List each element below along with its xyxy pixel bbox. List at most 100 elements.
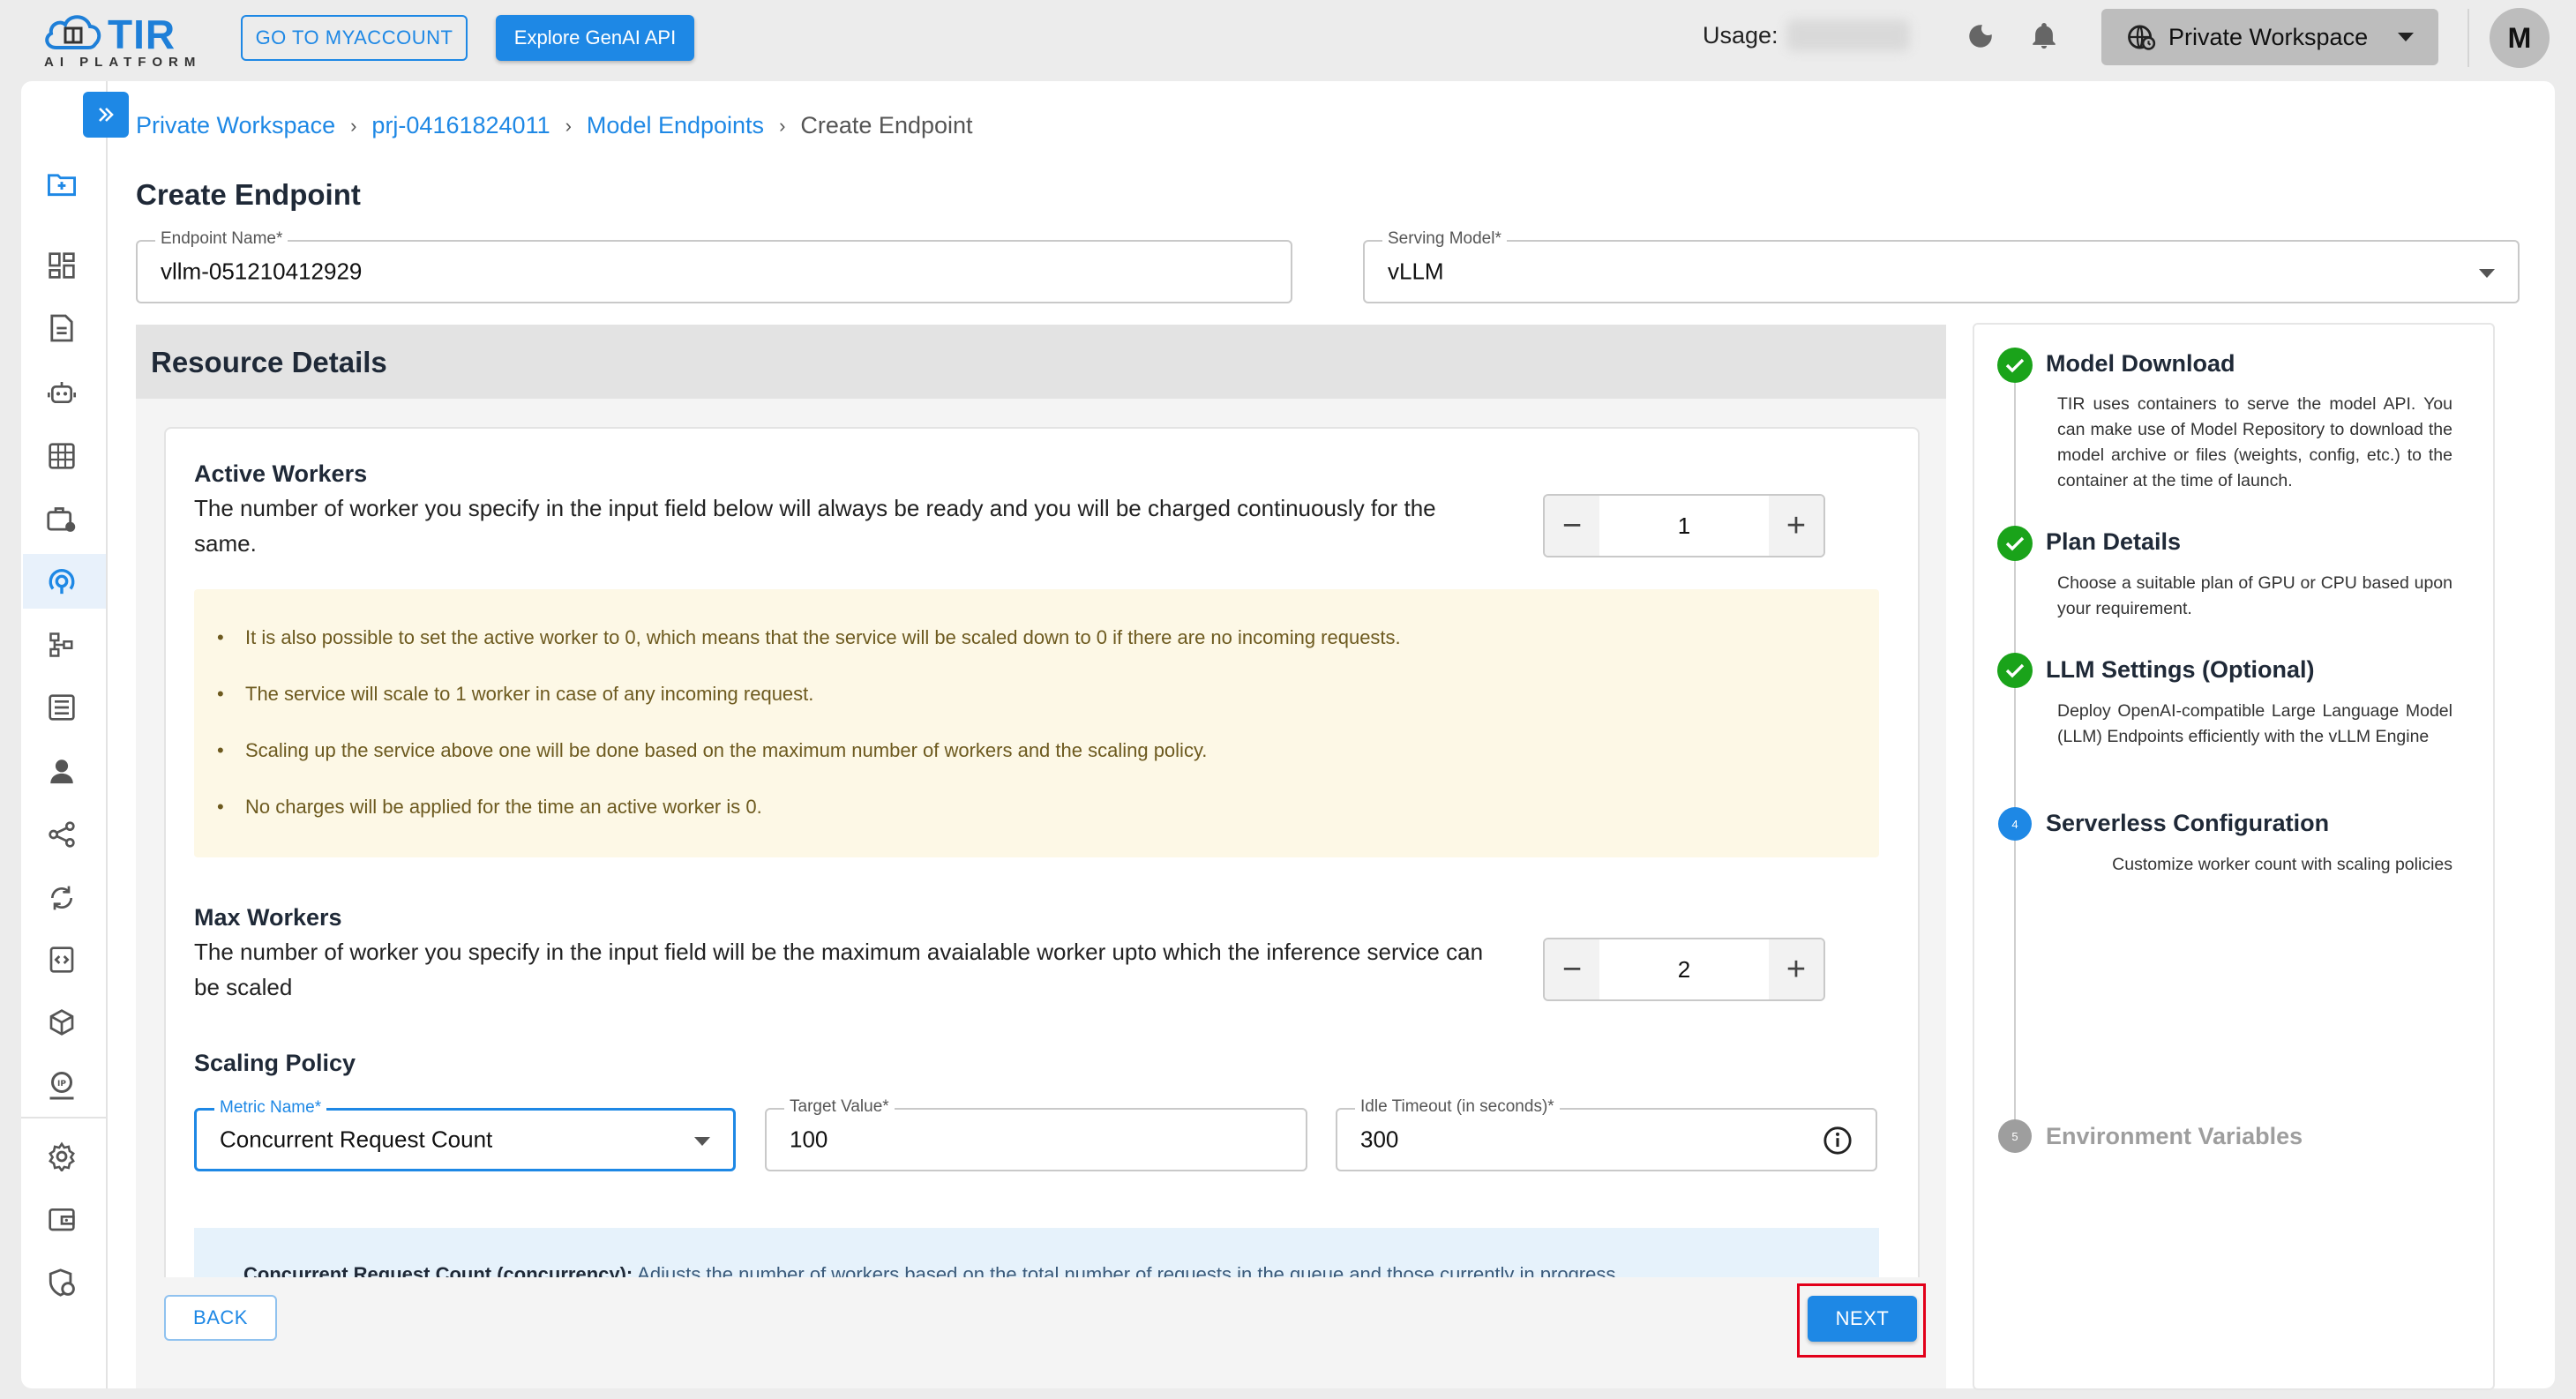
double-chevron-right-icon xyxy=(99,108,114,122)
active-workers-stepper[interactable]: − 1 + xyxy=(1543,494,1825,557)
go-to-myaccount-button[interactable]: GO TO MYACCOUNT xyxy=(241,15,468,61)
target-value-input[interactable]: 100 xyxy=(790,1126,827,1154)
target-value-field[interactable]: Target Value* 100 xyxy=(765,1097,1307,1171)
next-button[interactable]: NEXT xyxy=(1808,1296,1917,1342)
dark-mode-icon[interactable] xyxy=(1966,21,1996,51)
max-workers-stepper[interactable]: − 2 + xyxy=(1543,938,1825,1001)
ip-icon[interactable]: IP xyxy=(42,1066,81,1104)
security-icon[interactable] xyxy=(42,1263,81,1302)
back-button[interactable]: BACK xyxy=(164,1295,277,1341)
step-title[interactable]: Plan Details xyxy=(2046,528,2181,556)
decrement-button[interactable]: − xyxy=(1545,939,1599,999)
target-value-label: Target Value* xyxy=(784,1097,895,1117)
briefcase-icon[interactable] xyxy=(42,500,81,539)
pipeline-icon[interactable] xyxy=(42,625,81,664)
explore-genai-api-button[interactable]: Explore GenAI API xyxy=(496,15,694,61)
active-workers-notes: It is also possible to set the active wo… xyxy=(210,626,1401,819)
inference-icon[interactable] xyxy=(42,562,81,601)
sync-icon[interactable] xyxy=(42,879,81,917)
cube-icon[interactable] xyxy=(42,1003,81,1042)
step-number-active: 4 xyxy=(1998,807,2032,841)
idle-timeout-input[interactable]: 300 xyxy=(1360,1126,1398,1154)
sidebar-divider xyxy=(106,81,108,1388)
serving-model-value: vLLM xyxy=(1388,258,1444,285)
serving-model-select[interactable]: Serving Model* vLLM xyxy=(1363,229,2520,303)
notifications-bell-icon[interactable] xyxy=(2029,20,2059,52)
info-icon[interactable] xyxy=(1823,1126,1853,1156)
top-bar: TIR AI PLATFORM GO TO MYACCOUNT Explore … xyxy=(0,0,2576,78)
step-title[interactable]: LLM Settings (Optional) xyxy=(2046,656,2314,684)
robot-icon[interactable] xyxy=(42,373,81,412)
breadcrumb-separator: › xyxy=(565,114,572,137)
step-title[interactable]: Serverless Configuration xyxy=(2046,810,2329,837)
share-icon[interactable] xyxy=(42,815,81,854)
serving-model-label: Serving Model* xyxy=(1382,229,1507,249)
endpoint-name-value[interactable]: vllm-051210412929 xyxy=(161,258,362,286)
code-icon[interactable] xyxy=(42,940,81,979)
page-title: Create Endpoint xyxy=(136,178,361,211)
folder-add-icon[interactable] xyxy=(42,165,81,204)
increment-button[interactable]: + xyxy=(1769,496,1823,556)
avatar[interactable]: M xyxy=(2490,8,2550,68)
chevron-down-icon xyxy=(694,1137,710,1146)
idle-timeout-label: Idle Timeout (in seconds)* xyxy=(1355,1097,1560,1117)
breadcrumb-model-endpoints[interactable]: Model Endpoints xyxy=(587,112,764,139)
note-item: It is also possible to set the active wo… xyxy=(210,626,1401,649)
workspace-globe-icon xyxy=(2126,22,2156,52)
metric-name-label: Metric Name* xyxy=(214,1098,327,1118)
breadcrumb: Private Workspace › prj-04161824011 › Mo… xyxy=(136,112,973,139)
step-complete-check-icon xyxy=(1997,348,2033,383)
step-title[interactable]: Environment Variables xyxy=(2046,1123,2303,1150)
max-workers-value[interactable]: 2 xyxy=(1599,939,1769,999)
dataset-icon[interactable] xyxy=(42,688,81,727)
step-description: Customize worker count with scaling poli… xyxy=(2112,855,2452,874)
idle-timeout-field[interactable]: Idle Timeout (in seconds)* 300 xyxy=(1336,1097,1877,1171)
max-workers-description: The number of worker you specify in the … xyxy=(194,939,1484,1000)
breadcrumb-private-workspace[interactable]: Private Workspace xyxy=(136,112,335,139)
grid-icon[interactable] xyxy=(42,437,81,475)
svg-text:IP: IP xyxy=(57,1080,66,1089)
document-icon[interactable] xyxy=(42,309,81,348)
resource-details-title: Resource Details xyxy=(151,346,387,378)
max-workers-title: Max Workers xyxy=(194,904,342,931)
logo-subtitle: AI PLATFORM xyxy=(44,55,202,70)
active-workers-description: The number of worker you specify in the … xyxy=(194,495,1436,557)
breadcrumb-current: Create Endpoint xyxy=(800,112,973,138)
sidebar-separator xyxy=(21,1117,106,1118)
wallet-icon[interactable] xyxy=(42,1200,81,1238)
logo-title: TIR xyxy=(108,11,176,57)
step-complete-check-icon xyxy=(1997,526,2033,561)
metric-name-value: Concurrent Request Count xyxy=(220,1126,493,1153)
active-workers-title: Active Workers xyxy=(194,460,368,487)
dashboard-icon[interactable] xyxy=(42,246,81,285)
step-description: Choose a suitable plan of GPU or CPU bas… xyxy=(2057,573,2452,618)
active-workers-value[interactable]: 1 xyxy=(1599,496,1769,556)
step-description: TIR uses containers to serve the model A… xyxy=(2057,394,2452,490)
step-title[interactable]: Model Download xyxy=(2046,350,2235,378)
steps-connector-line xyxy=(2014,383,2016,1136)
scaling-policy-title: Scaling Policy xyxy=(194,1050,356,1076)
settings-icon[interactable] xyxy=(42,1137,81,1176)
metric-name-select[interactable]: Metric Name* Concurrent Request Count xyxy=(194,1098,736,1171)
breadcrumb-project[interactable]: prj-04161824011 xyxy=(371,112,550,139)
increment-button[interactable]: + xyxy=(1769,939,1823,999)
note-item: Scaling up the service above one will be… xyxy=(210,739,1401,762)
endpoint-name-field[interactable]: Endpoint Name* vllm-051210412929 xyxy=(136,229,1292,303)
step-number-pending: 5 xyxy=(1998,1119,2032,1153)
note-item: The service will scale to 1 worker in ca… xyxy=(210,683,1401,706)
endpoint-name-label: Endpoint Name* xyxy=(155,229,288,249)
user-badge-icon[interactable] xyxy=(42,752,81,790)
note-item: No charges will be applied for the time … xyxy=(210,796,1401,819)
resource-details-header xyxy=(136,325,1946,399)
header-divider xyxy=(2467,9,2469,67)
decrement-button[interactable]: − xyxy=(1545,496,1599,556)
step-description: Deploy OpenAI-compatible Large Language … xyxy=(2057,701,2452,746)
usage-label: Usage: xyxy=(1703,22,1778,49)
workspace-selector-label: Private Workspace xyxy=(2168,23,2369,50)
workspace-selector[interactable]: Private Workspace xyxy=(2101,9,2438,65)
tir-logo-icon[interactable] xyxy=(41,9,106,56)
breadcrumb-separator: › xyxy=(350,114,357,137)
usage-value-redacted xyxy=(1786,19,1910,51)
action-bar xyxy=(136,1277,1946,1385)
expand-sidebar-button[interactable] xyxy=(83,92,129,138)
